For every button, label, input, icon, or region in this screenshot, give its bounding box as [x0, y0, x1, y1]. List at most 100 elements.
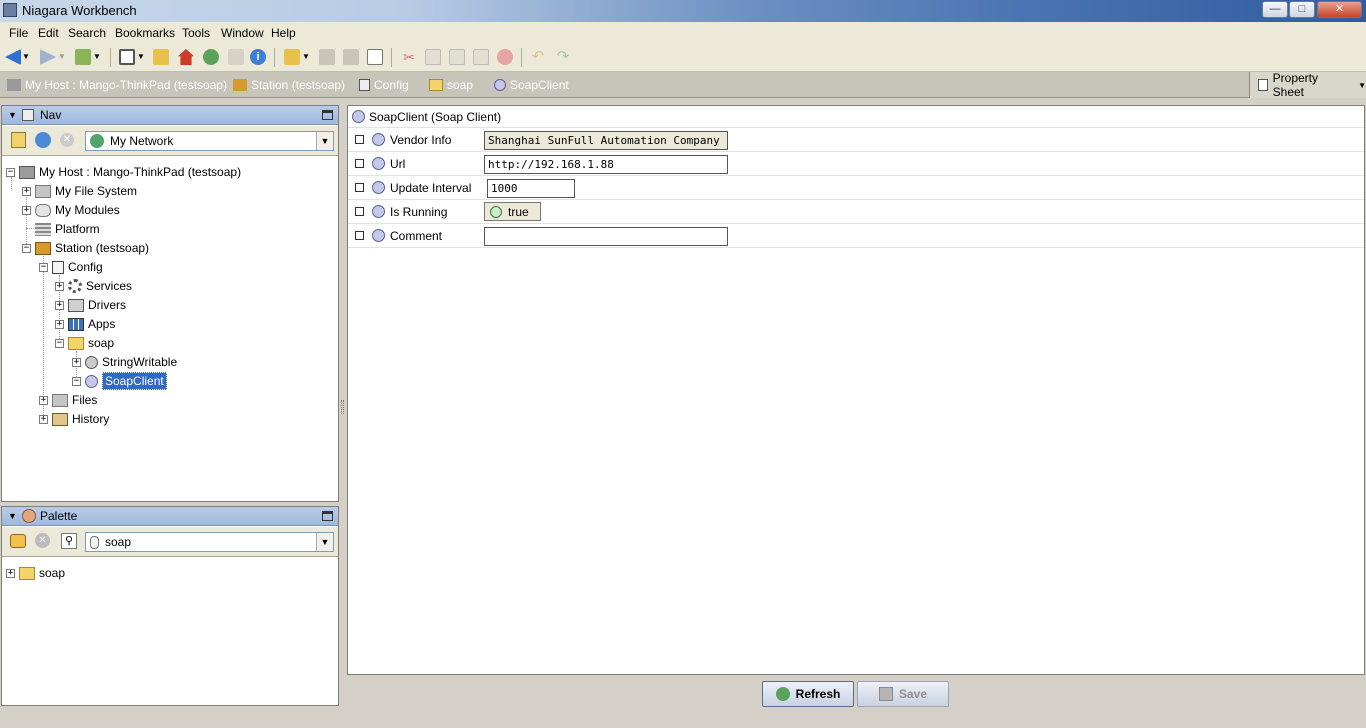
tree-item-config[interactable]: − Config	[39, 258, 103, 276]
collapse-icon[interactable]: −	[6, 167, 15, 177]
menu-window[interactable]: Window	[221, 26, 264, 40]
collapse-icon[interactable]: −	[55, 338, 64, 348]
tree-item-soap[interactable]: − soap	[55, 334, 114, 352]
toolbar-separator	[110, 48, 111, 67]
expand-checkbox[interactable]	[355, 231, 364, 240]
tree-item-drivers[interactable]: + Drivers	[55, 296, 126, 314]
status-circle-icon	[490, 205, 502, 218]
save-icon	[878, 687, 893, 701]
menu-help[interactable]: Help	[271, 26, 296, 40]
expand-icon[interactable]: +	[39, 395, 48, 405]
expand-checkbox[interactable]	[355, 159, 364, 168]
expand-icon[interactable]: +	[72, 357, 81, 367]
menu-tools[interactable]: Tools	[182, 26, 210, 40]
tree-item-services[interactable]: + Services	[55, 277, 132, 295]
expand-icon[interactable]: +	[22, 186, 31, 196]
menu-edit[interactable]: Edit	[38, 26, 59, 40]
maximize-button[interactable]: □	[1289, 1, 1315, 18]
expand-checkbox[interactable]	[355, 207, 364, 216]
save-button[interactable]: Save	[857, 681, 949, 707]
tree-item-stringwritable[interactable]: + StringWritable	[72, 353, 177, 371]
collapse-arrow-icon[interactable]: ▼	[8, 110, 17, 120]
tree-item-soapclient[interactable]: − SoapClient	[72, 372, 167, 390]
maximize-panel-icon[interactable]	[322, 110, 333, 120]
back-dropdown-icon[interactable]: ▼	[22, 49, 30, 65]
expand-icon[interactable]: +	[55, 319, 64, 329]
tree-item-platform[interactable]: Platform	[35, 220, 100, 238]
expand-checkbox[interactable]	[355, 135, 364, 144]
search-icon[interactable]: ⚲	[61, 533, 77, 549]
expand-icon[interactable]: +	[55, 300, 64, 310]
open-folder-icon[interactable]	[153, 49, 169, 65]
window-title: Niagara Workbench	[22, 3, 137, 18]
new-document-icon[interactable]	[367, 49, 383, 65]
up-level-icon[interactable]	[75, 49, 91, 65]
back-icon[interactable]	[5, 49, 21, 65]
menu-search[interactable]: Search	[68, 26, 106, 40]
breadcrumb-station[interactable]: Station (testsoap)	[233, 78, 345, 92]
palette-toolbar: ✕ ⚲ soap ▼	[2, 527, 338, 557]
station-icon	[35, 241, 51, 255]
forward-icon[interactable]	[40, 49, 56, 65]
close-palette-icon[interactable]: ✕	[35, 533, 50, 548]
info-icon[interactable]: i	[250, 49, 266, 65]
breadcrumb-soapclient[interactable]: SoapClient	[494, 78, 569, 92]
url-input[interactable]: http://192.168.1.88	[484, 155, 728, 174]
minimize-button[interactable]: —	[1262, 1, 1288, 18]
breadcrumb-config[interactable]: Config	[359, 78, 409, 92]
menu-file[interactable]: File	[9, 26, 28, 40]
property-sheet: SoapClient (Soap Client) Vendor Info Sha…	[347, 105, 1365, 675]
home-icon[interactable]	[178, 49, 194, 65]
tree-item-host[interactable]: − My Host : Mango-ThinkPad (testsoap)	[6, 163, 241, 181]
close-button[interactable]: ✕	[1317, 1, 1362, 18]
palette-select[interactable]: soap ▼	[85, 532, 334, 552]
network-select[interactable]: My Network ▼	[85, 131, 334, 151]
breadcrumb-soap[interactable]: soap	[429, 78, 473, 92]
expand-icon[interactable]: +	[55, 281, 64, 291]
collapse-icon[interactable]: −	[39, 262, 48, 272]
comment-input[interactable]	[484, 227, 728, 246]
chevron-down-icon: ▼	[1358, 80, 1366, 90]
undo-icon: ↶	[531, 48, 545, 65]
new-tree-icon[interactable]	[11, 132, 26, 148]
expand-icon[interactable]: +	[39, 414, 48, 424]
up-dropdown-icon[interactable]: ▼	[93, 49, 101, 65]
expand-icon[interactable]: +	[6, 568, 15, 578]
refresh-tree-icon[interactable]	[35, 132, 51, 148]
refresh-button[interactable]: Refresh	[762, 681, 854, 707]
forward-dropdown-icon[interactable]: ▼	[58, 49, 66, 65]
palette-item-soap[interactable]: + soap	[6, 564, 65, 582]
open-icon[interactable]	[284, 49, 300, 65]
update-interval-input[interactable]: 1000	[487, 179, 575, 198]
side-bar-dropdown-icon[interactable]: ▼	[137, 49, 145, 65]
maximize-panel-icon[interactable]	[322, 511, 333, 521]
collapse-icon[interactable]: −	[22, 243, 31, 253]
tree-item-station[interactable]: − Station (testsoap)	[22, 239, 149, 257]
tree-item-history[interactable]: + History	[39, 410, 109, 428]
view-selector[interactable]: Property Sheet ▼	[1249, 71, 1366, 99]
side-bar-icon[interactable]	[119, 49, 135, 65]
open-dropdown-icon[interactable]: ▼	[302, 49, 310, 65]
refresh-icon	[775, 687, 790, 701]
chevron-down-icon[interactable]: ▼	[316, 132, 333, 150]
pane-splitter[interactable]	[341, 400, 344, 414]
tree-item-file-system[interactable]: + My File System	[22, 182, 137, 200]
expand-checkbox[interactable]	[355, 183, 364, 192]
expand-icon[interactable]: +	[22, 205, 31, 215]
copy-icon	[425, 49, 441, 65]
tree-item-files[interactable]: + Files	[39, 391, 97, 409]
open-palette-icon[interactable]	[10, 534, 26, 548]
property-row-vendor-info: Vendor Info Shanghai SunFull Automation …	[348, 128, 1364, 152]
chevron-down-icon[interactable]: ▼	[316, 533, 333, 551]
nav-header: ▼ Nav	[2, 106, 338, 125]
refresh-icon[interactable]	[203, 49, 219, 65]
tree-item-apps[interactable]: + Apps	[55, 315, 115, 333]
collapse-arrow-icon[interactable]: ▼	[8, 511, 17, 521]
property-row-comment: Comment	[348, 224, 1364, 248]
menu-bookmarks[interactable]: Bookmarks	[115, 26, 175, 40]
collapse-icon[interactable]: −	[72, 376, 81, 386]
menu-bar: File Edit Search Bookmarks Tools Window …	[0, 22, 1366, 43]
tree-item-modules[interactable]: + My Modules	[22, 201, 120, 219]
breadcrumb-host[interactable]: My Host : Mango-ThinkPad (testsoap)	[7, 78, 227, 92]
app-icon	[3, 3, 17, 17]
